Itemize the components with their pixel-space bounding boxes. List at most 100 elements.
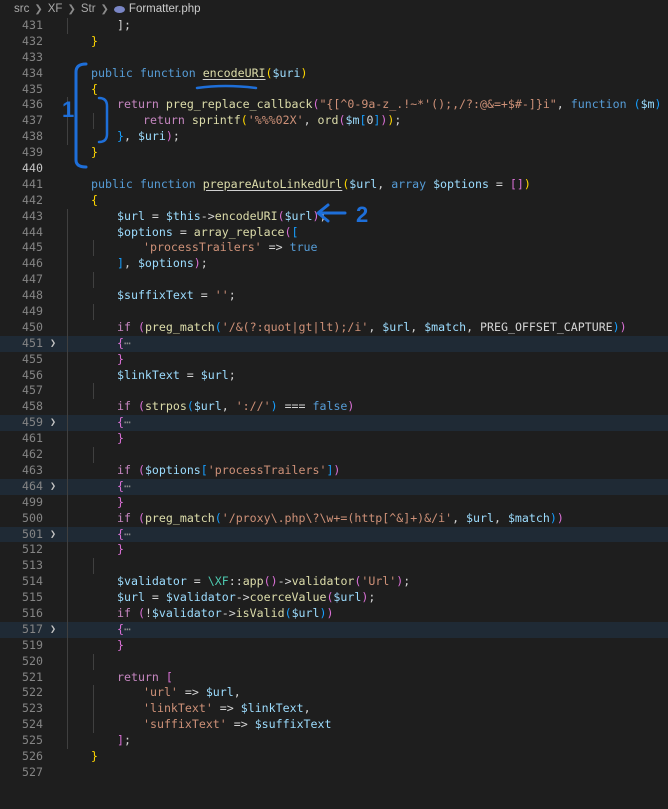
code-token: false <box>312 399 348 414</box>
code-token: '%%%02X' <box>247 113 304 128</box>
code-line[interactable]: 523 'linkText' => $linkText, <box>0 701 668 718</box>
code-line[interactable]: 455} <box>0 351 668 368</box>
code-line[interactable]: 526} <box>0 749 668 765</box>
code-line[interactable]: 521 return [ <box>0 669 668 686</box>
indent-guide <box>93 304 94 320</box>
code-line[interactable]: 444 $options = array_replace([ <box>0 224 668 241</box>
code-token: $uri <box>272 65 301 80</box>
line-number: 519 <box>22 637 43 652</box>
code-token: ) <box>619 319 627 334</box>
code-token: = <box>144 590 166 605</box>
code-line[interactable]: 449 <box>0 304 668 320</box>
code-line[interactable]: 456 $linkText = $url; <box>0 367 668 384</box>
code-token: $uri <box>137 129 166 144</box>
code-token: ( <box>137 510 145 525</box>
code-line[interactable]: 436 return preg_replace_callback ("{[^0-9a… <box>0 97 668 114</box>
code-line[interactable]: 438}, $uri); <box>0 129 668 146</box>
code-token: $options <box>137 256 194 271</box>
code-token: ) <box>523 176 531 191</box>
code-line[interactable]: 446], $options); <box>0 256 668 273</box>
code-line[interactable]: 512} <box>0 542 668 559</box>
code-line[interactable]: 435 { <box>0 82 668 98</box>
code-token: encodeURI <box>202 65 266 80</box>
code-line[interactable]: 448 $suffixText = ''; <box>0 288 668 305</box>
code-token: ; <box>368 590 376 605</box>
code-line[interactable]: 437 return sprintf('%%%02X', ord($m[0])); <box>0 113 668 130</box>
fold-chevron-icon[interactable]: ❯ <box>50 415 60 431</box>
code-token: $this <box>165 208 201 223</box>
code-line[interactable]: 525]; <box>0 733 668 749</box>
fold-chevron-icon[interactable]: ❯ <box>50 622 60 638</box>
code-line[interactable]: 516 if (!$validator->isValid($url)) <box>0 605 668 622</box>
code-line[interactable]: 443 $url = $this->encodeURI($url); <box>0 208 668 225</box>
code-token: , <box>303 701 311 716</box>
code-token: [ <box>200 462 208 477</box>
indent-guide <box>67 129 68 146</box>
code-line[interactable]: 519} <box>0 637 668 654</box>
code-line[interactable]: 440 <box>0 161 668 177</box>
code-token: return <box>117 669 166 684</box>
code-line[interactable]: 445 'processTrailers' => true <box>0 240 668 257</box>
indent-guide <box>67 240 68 257</box>
code-line[interactable]: 520 <box>0 653 668 670</box>
fold-chevron-icon[interactable]: ❯ <box>50 527 60 543</box>
code-text: {⋯ <box>117 415 131 431</box>
code-token: , <box>556 97 571 112</box>
indent-guide <box>67 256 68 273</box>
code-line[interactable]: 439} <box>0 145 668 161</box>
code-token: ; <box>228 288 236 303</box>
code-line[interactable]: 515 $url = $validator->coerceValue($url); <box>0 590 668 606</box>
code-line[interactable]: 431]; <box>0 18 668 34</box>
code-line[interactable]: 433 <box>0 50 668 66</box>
code-line-folded[interactable]: 464 ❯ {⋯ <box>0 478 668 495</box>
code-line[interactable]: 500 if (preg_match('/proxy\.php\?\w+=(htt… <box>0 510 668 527</box>
breadcrumb-item-file[interactable]: Formatter.php <box>129 3 201 15</box>
code-line-folded[interactable]: 451 ❯ {⋯ <box>0 335 668 352</box>
code-line[interactable]: 457 <box>0 383 668 400</box>
code-text: {⋯ <box>117 527 131 543</box>
code-line[interactable]: 514 $validator = \XF::app()->validator('U… <box>0 574 668 591</box>
code-line[interactable]: 447 <box>0 272 668 289</box>
code-line[interactable]: 524 'suffixText' => $suffixText <box>0 717 668 734</box>
code-line[interactable]: 513 <box>0 558 668 575</box>
fold-chevron-icon[interactable]: ❯ <box>50 336 60 352</box>
code-line-folded[interactable]: 501 ❯ {⋯ <box>0 526 668 543</box>
code-line[interactable]: 432} <box>0 34 668 50</box>
indent-guide <box>67 335 68 352</box>
code-token: [] <box>509 176 524 191</box>
line-number: 433 <box>22 49 43 64</box>
fold-chevron-icon[interactable]: ❯ <box>50 479 60 495</box>
code-token: } <box>91 145 98 160</box>
code-line-folded[interactable]: 459 ❯ {⋯ <box>0 415 668 432</box>
code-line[interactable]: 461} <box>0 431 668 448</box>
code-line[interactable]: 499} <box>0 494 668 511</box>
code-line[interactable]: 450 if (preg_match('/&(?:quot|gt|lt);/i',… <box>0 319 668 336</box>
code-token: 'processTrailers' <box>207 462 327 477</box>
indent-guide <box>67 717 68 734</box>
code-line[interactable]: 441 public function prepareAutoLinkedUrl(… <box>0 177 668 193</box>
code-token: [ <box>165 669 173 684</box>
breadcrumb-item-xf[interactable]: XF <box>48 3 63 15</box>
code-line[interactable]: 463 if ($options['processTrailers']) <box>0 462 668 479</box>
code-token: if <box>117 462 138 477</box>
code-line[interactable]: 458 if (strpos($url, '://') === false) <box>0 399 668 416</box>
code-token: if <box>117 399 138 414</box>
code-token: -> <box>277 574 292 589</box>
code-text: } <box>117 638 124 654</box>
breadcrumb-item-str[interactable]: Str <box>81 3 96 15</box>
code-token: $m <box>345 113 360 128</box>
code-token: ) <box>270 399 278 414</box>
breadcrumb-item-src[interactable]: src <box>14 3 29 15</box>
code-line[interactable]: 462 <box>0 447 668 463</box>
line-number: 445 <box>22 240 43 255</box>
code-token: , <box>410 319 425 334</box>
code-line[interactable]: 442 { <box>0 193 668 209</box>
code-line[interactable]: 522 'url' => $url, <box>0 685 668 702</box>
code-line[interactable]: 527 <box>0 765 668 781</box>
code-line-folded[interactable]: 517 ❯ {⋯ <box>0 621 668 638</box>
indent-guide <box>67 526 68 543</box>
line-number: 458 <box>22 399 43 414</box>
code-line[interactable]: 434 public function encodeURI($uri) <box>0 66 668 82</box>
indent-guide <box>67 304 68 320</box>
code-editor[interactable]: 431]; 432} 433 434 public function encodeURI… <box>0 18 668 781</box>
